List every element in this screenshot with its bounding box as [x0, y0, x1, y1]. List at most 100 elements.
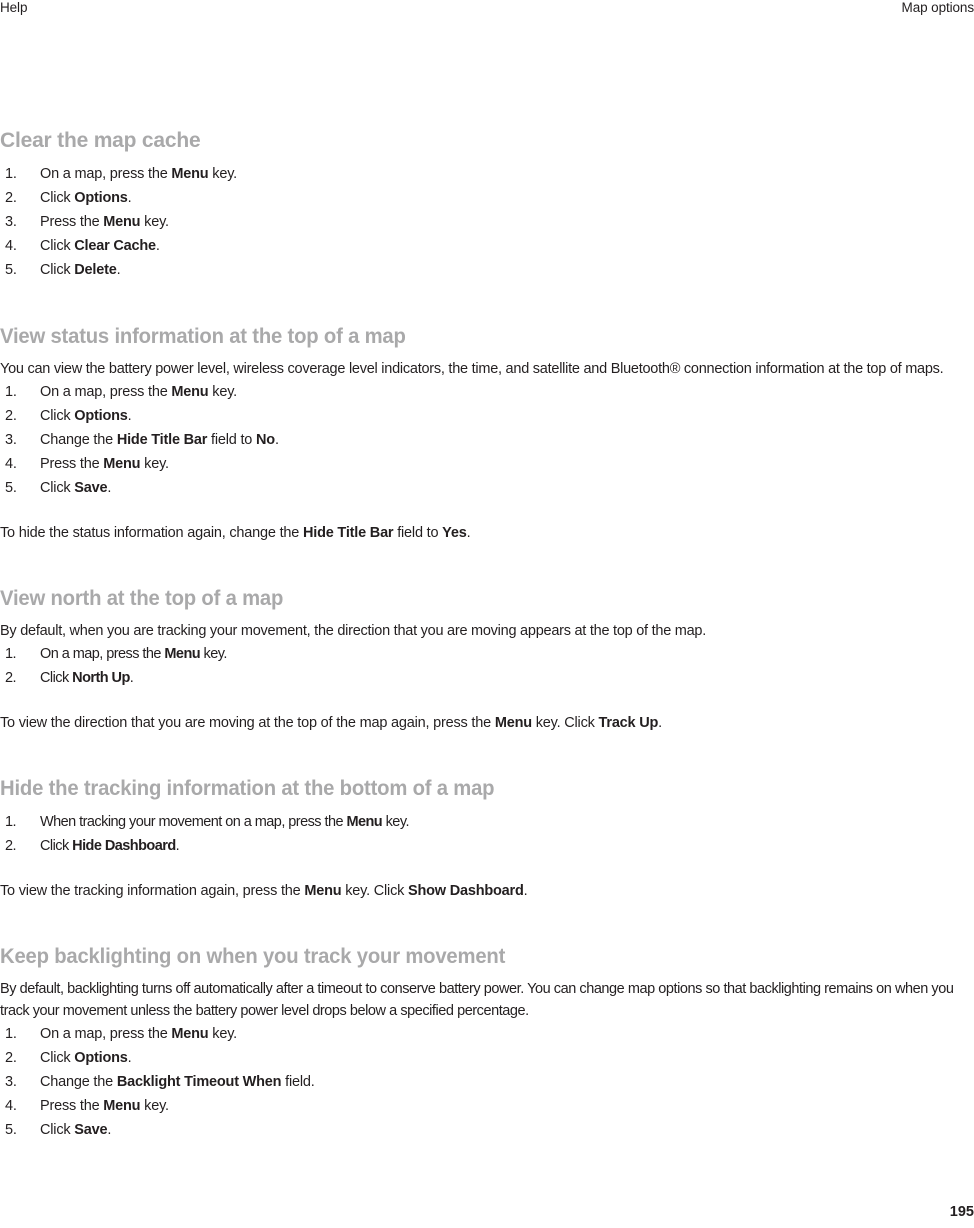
note-text: .	[523, 883, 528, 899]
running-header: Help Map options	[0, 0, 974, 20]
note-ui-term: Track Up	[598, 715, 659, 731]
note-text: field to	[393, 525, 443, 541]
step-text: field.	[281, 1074, 315, 1090]
step-text: key.	[200, 646, 228, 662]
step-item: On a map, press the Menu key.	[0, 1022, 974, 1046]
numbered-step-list: On a map, press the Menu key. Click Optio…	[0, 1022, 974, 1142]
step-item: On a map, press the Menu key.	[0, 642, 974, 666]
step-text: key.	[140, 1098, 169, 1114]
step-item: On a map, press the Menu key.	[0, 380, 974, 404]
running-header-left: Help	[0, 0, 28, 15]
step-text: Click	[40, 262, 75, 278]
step-text: Click	[40, 480, 75, 496]
list-note-gap	[0, 500, 974, 522]
step-item: Press the Menu key.	[0, 210, 974, 234]
running-header-right: Map options	[901, 0, 974, 15]
section-heading: View status information at the top of a …	[0, 325, 406, 348]
step-ui-term: Options	[74, 408, 128, 424]
step-item: Click North Up.	[0, 666, 974, 690]
step-text: On a map, press the	[40, 646, 165, 662]
step-ui-term: Menu	[103, 1098, 141, 1114]
heading-gap	[0, 612, 974, 620]
step-ui-term: Menu	[171, 384, 209, 400]
step-item: Click Hide Dashboard.	[0, 834, 974, 858]
step-text: key.	[208, 384, 238, 400]
step-text: .	[127, 1050, 132, 1066]
heading-gap	[0, 154, 974, 162]
page-number: 195	[949, 1204, 974, 1220]
step-text: Click	[40, 670, 73, 686]
step-text: Press the	[40, 214, 104, 230]
section-note-paragraph: To hide the status information again, ch…	[0, 522, 974, 544]
section-heading: Clear the map cache	[0, 129, 201, 152]
step-ui-term: Menu	[103, 214, 141, 230]
section-hide-tracking-information: Hide the tracking information at the bot…	[0, 776, 974, 902]
step-ui-term: No	[256, 432, 275, 448]
heading-gap	[0, 350, 974, 358]
section-heading: Keep backlighting on when you track your…	[0, 945, 506, 968]
step-item: Click Delete.	[0, 258, 974, 282]
section-heading: View north at the top of a map	[0, 587, 284, 610]
document-content: Clear the map cache On a map, press the M…	[0, 128, 974, 1142]
step-text: Click	[40, 408, 75, 424]
step-ui-term: Options	[74, 1050, 128, 1066]
step-ui-term: Menu	[164, 646, 201, 662]
step-text: On a map, press the	[40, 166, 172, 182]
section-view-status-information: View status information at the top of a …	[0, 324, 974, 544]
section-intro-paragraph: By default, when you are tracking your m…	[0, 623, 707, 639]
step-ui-term: Menu	[171, 166, 209, 182]
note-text: .	[658, 715, 663, 731]
step-item: Press the Menu key.	[0, 1094, 974, 1118]
step-item: Change the Backlight Timeout When field.	[0, 1070, 974, 1094]
step-text: Click	[40, 1122, 75, 1138]
section-view-north-at-top: View north at the top of a map By default…	[0, 586, 974, 734]
step-ui-term: Delete	[74, 262, 117, 278]
step-ui-term: Backlight Timeout When	[116, 1074, 282, 1090]
step-text: When tracking your movement on a map, pr…	[40, 814, 347, 830]
step-text: Press the	[40, 1098, 104, 1114]
step-text: Click	[40, 838, 73, 854]
step-ui-term: Options	[74, 190, 128, 206]
step-ui-term: Hide Dashboard	[72, 838, 176, 854]
note-ui-term: Yes	[442, 525, 467, 541]
step-ui-term: Clear Cache	[74, 238, 156, 254]
step-text: key.	[208, 1026, 238, 1042]
step-text: key.	[140, 214, 169, 230]
step-item: Click Clear Cache.	[0, 234, 974, 258]
step-text: .	[107, 480, 112, 496]
note-ui-term: Hide Title Bar	[302, 525, 394, 541]
step-text: On a map, press the	[40, 1026, 172, 1042]
step-item: Click Options.	[0, 1046, 974, 1070]
step-ui-term: Hide Title Bar	[116, 432, 208, 448]
step-text: .	[274, 432, 279, 448]
step-text: .	[129, 670, 134, 686]
heading-gap	[0, 802, 974, 810]
step-ui-term: Menu	[346, 814, 383, 830]
numbered-step-list: On a map, press the Menu key. Click North…	[0, 642, 974, 690]
step-text: .	[127, 190, 132, 206]
note-text: key. Click	[531, 715, 599, 731]
note-text: To view the tracking information again, …	[0, 883, 305, 899]
step-text: Click	[40, 238, 75, 254]
numbered-step-list: On a map, press the Menu key. Click Optio…	[0, 380, 974, 500]
note-ui-term: Show Dashboard	[408, 883, 524, 899]
step-text: Change the	[40, 1074, 117, 1090]
section-intro-paragraph: You can view the battery power level, wi…	[0, 361, 944, 377]
note-text: To hide the status information again, ch…	[0, 525, 303, 541]
step-item: Change the Hide Title Bar field to No.	[0, 428, 974, 452]
step-text: .	[107, 1122, 112, 1138]
heading-gap	[0, 970, 974, 978]
step-text: Click	[40, 190, 75, 206]
step-ui-term: Save	[74, 480, 108, 496]
numbered-step-list: On a map, press the Menu key. Click Optio…	[0, 162, 974, 282]
step-text: .	[155, 238, 160, 254]
note-text: To view the direction that you are movin…	[0, 715, 495, 731]
step-ui-term: North Up	[72, 670, 130, 686]
step-text: .	[116, 262, 121, 278]
list-note-gap	[0, 858, 974, 880]
document-page: Help Map options Clear the map cache On a…	[0, 0, 974, 1228]
step-text: Press the	[40, 456, 104, 472]
note-text: .	[466, 525, 471, 541]
